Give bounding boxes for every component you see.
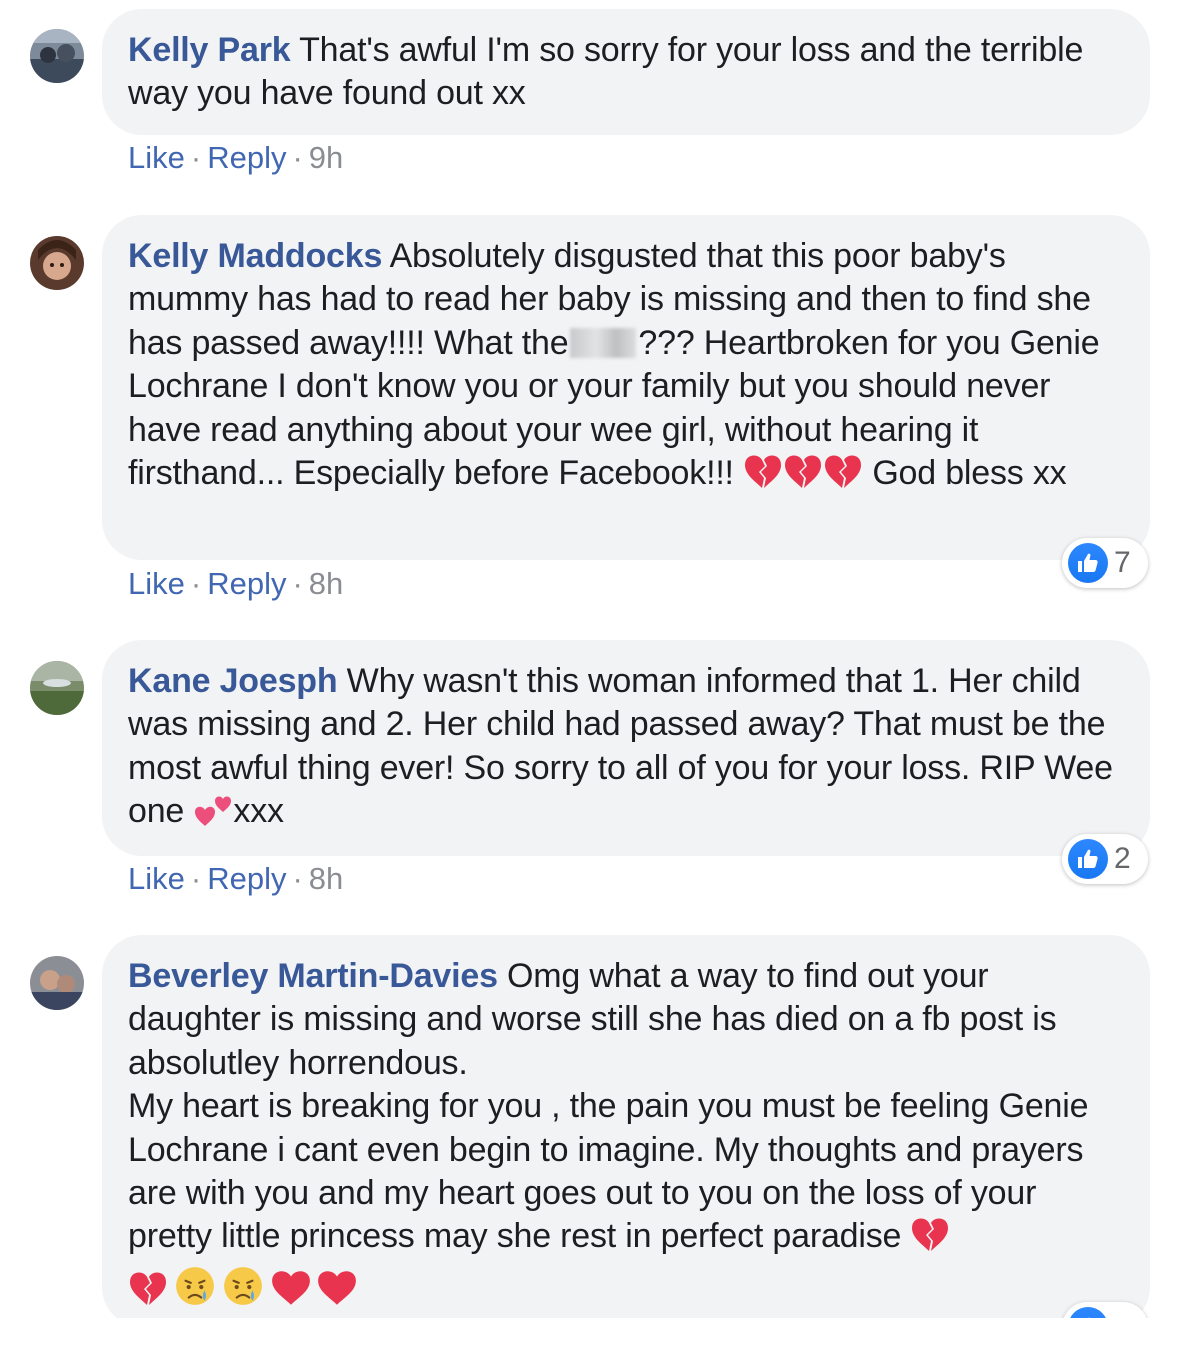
reply-link[interactable]: Reply — [207, 140, 286, 175]
separator-dot: · — [292, 140, 303, 175]
comment-text: Beverley Martin-Davies Omg what a way to… — [128, 955, 1126, 1318]
reaction-badge[interactable]: 7 — [1062, 538, 1148, 588]
red-heart-icon — [270, 1269, 312, 1318]
crop-edge — [0, 1318, 1200, 1365]
comment-bubble: Beverley Martin-Davies Omg what a way to… — [102, 935, 1150, 1327]
commenter-name[interactable]: Kelly Maddocks — [128, 237, 382, 275]
comment-text: Kelly Maddocks Absolutely disgusted that… — [128, 235, 1126, 501]
comment-text: Kelly Park That's awful I'm so sorry for… — [128, 29, 1126, 116]
red-heart-icon — [316, 1269, 358, 1318]
timestamp[interactable]: 9h — [309, 140, 343, 175]
comment-body-end: xxx — [233, 792, 284, 831]
avatar[interactable] — [30, 236, 84, 290]
reply-link[interactable]: Reply — [207, 861, 286, 896]
timestamp[interactable]: 8h — [309, 861, 343, 896]
like-thumb-icon — [1068, 839, 1108, 879]
like-link[interactable]: Like — [128, 140, 185, 175]
comment-bubble: Kelly Maddocks Absolutely disgusted that… — [102, 215, 1150, 560]
commenter-name[interactable]: Beverley Martin-Davies — [128, 957, 498, 995]
commenter-name[interactable]: Kelly Park — [128, 31, 291, 69]
broken-heart-icon — [783, 454, 823, 501]
broken-heart-icon — [910, 1217, 950, 1264]
timestamp[interactable]: 8h — [309, 566, 343, 601]
comment-bubble: Kane Joesph Why wasn't this woman inform… — [102, 640, 1150, 856]
broken-heart-icon — [823, 454, 863, 501]
comment-actions: Like · Reply · 8h — [128, 861, 343, 897]
crying-face-icon — [174, 1265, 216, 1318]
comment-actions: Like · Reply · 8h — [128, 566, 343, 602]
comment-text: Kane Joesph Why wasn't this woman inform… — [128, 660, 1126, 840]
separator-dot: · — [292, 861, 303, 896]
comment-actions: Like · Reply · 9h — [128, 140, 343, 176]
avatar[interactable] — [30, 29, 84, 83]
broken-heart-icon — [128, 1271, 168, 1318]
avatar[interactable] — [30, 956, 84, 1010]
censored-word — [570, 327, 637, 358]
comment-body-end: God bless xx — [872, 454, 1067, 493]
separator-dot: · — [292, 566, 303, 601]
reaction-badge[interactable]: 2 — [1062, 834, 1148, 884]
reaction-count: 7 — [1114, 546, 1131, 579]
two-hearts-icon — [193, 792, 233, 839]
like-link[interactable]: Like — [128, 861, 185, 896]
separator-dot: · — [190, 861, 202, 896]
reaction-count: 2 — [1114, 842, 1131, 875]
crying-face-icon — [222, 1265, 264, 1318]
separator-dot: · — [190, 140, 202, 175]
avatar[interactable] — [30, 661, 84, 715]
reply-link[interactable]: Reply — [207, 566, 286, 601]
like-link[interactable]: Like — [128, 566, 185, 601]
commenter-name[interactable]: Kane Joesph — [128, 662, 338, 700]
like-thumb-icon — [1068, 543, 1108, 583]
separator-dot: · — [190, 566, 202, 601]
comment-bubble: Kelly Park That's awful I'm so sorry for… — [102, 9, 1150, 135]
broken-heart-icon — [743, 454, 783, 501]
